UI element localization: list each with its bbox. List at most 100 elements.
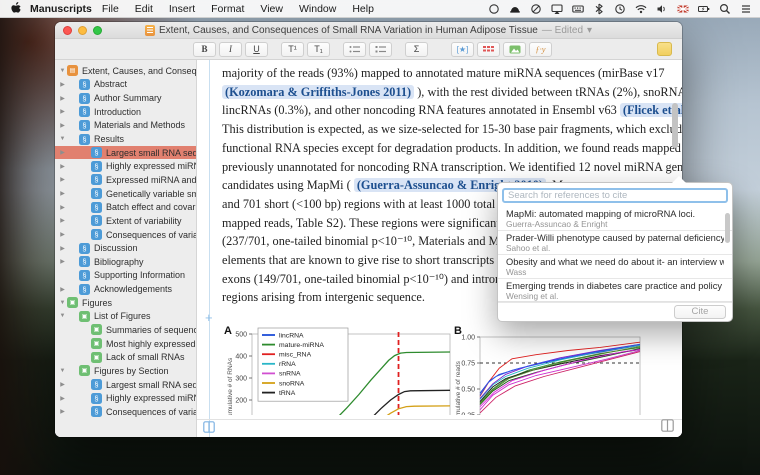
sidebar-item[interactable]: ▶ § Largest small RNA sequencing... bbox=[55, 378, 196, 392]
citation-result[interactable]: Obesity and what we need do about it- an… bbox=[498, 255, 732, 279]
minimize-button[interactable] bbox=[78, 26, 87, 35]
insert-equation-button[interactable]: ƒ·y bbox=[529, 41, 552, 57]
sidebar-item[interactable]: ▶ § Materials and Methods bbox=[55, 119, 196, 133]
disclosure-closed-icon[interactable]: ▶ bbox=[58, 122, 67, 129]
sidebar-item[interactable]: ▶ § Abstract bbox=[55, 78, 196, 92]
volume-icon[interactable] bbox=[656, 3, 668, 15]
sidebar-item[interactable]: ▣ Most highly expressed and mo... bbox=[55, 337, 196, 351]
citation-result[interactable]: Emerging trends in diabetes care practic… bbox=[498, 279, 732, 303]
disclosure-closed-icon[interactable]: ▶ bbox=[58, 190, 67, 197]
sidebar-item[interactable]: ▶ § Bibliography bbox=[55, 255, 196, 269]
disclosure-open-icon[interactable]: ▼ bbox=[58, 136, 67, 142]
disclosure-closed-icon[interactable]: ▶ bbox=[58, 163, 67, 170]
menu-item-edit[interactable]: Edit bbox=[135, 3, 153, 15]
citation-search-input[interactable] bbox=[502, 188, 728, 203]
disclosure-open-icon[interactable]: ▼ bbox=[58, 313, 67, 319]
airplay-icon[interactable] bbox=[551, 3, 563, 15]
do-not-disturb-icon[interactable] bbox=[530, 3, 542, 15]
citation-chip[interactable]: (Kozomara & Griffiths-Jones 2011) bbox=[222, 84, 415, 99]
superscript-button[interactable]: T¹ bbox=[281, 41, 304, 57]
editor-line[interactable]: previously unannotated for noncoding RNA… bbox=[222, 158, 682, 177]
menu-item-file[interactable]: File bbox=[102, 3, 119, 15]
page-view-toggle-left-icon[interactable] bbox=[203, 421, 215, 433]
disclosure-closed-icon[interactable]: ▶ bbox=[58, 108, 67, 115]
sidebar-item[interactable]: ▼ ▣ List of Figures bbox=[55, 310, 196, 324]
menu-item-help[interactable]: Help bbox=[352, 3, 374, 15]
cite-button[interactable]: Cite bbox=[674, 304, 726, 319]
disclosure-closed-icon[interactable]: ▶ bbox=[58, 408, 67, 415]
battery-icon[interactable] bbox=[698, 3, 710, 15]
disclosure-closed-icon[interactable]: ▶ bbox=[58, 95, 67, 102]
sidebar-item[interactable]: ▶ § Extent of variability bbox=[55, 214, 196, 228]
editor-line[interactable]: majority of the reads (93%) mapped to an… bbox=[222, 64, 682, 83]
sidebar-item[interactable]: ▶ § Consequences of variability bbox=[55, 228, 196, 242]
disclosure-closed-icon[interactable]: ▶ bbox=[58, 245, 67, 252]
editor-line[interactable]: This distribution is expected, as we siz… bbox=[222, 120, 682, 139]
italic-button[interactable]: I bbox=[219, 41, 242, 57]
disclosure-closed-icon[interactable]: ▶ bbox=[58, 381, 67, 388]
title-chevron-icon[interactable]: ▾ bbox=[587, 25, 592, 36]
insert-block-button[interactable]: + bbox=[205, 310, 213, 325]
disclosure-closed-icon[interactable]: ▶ bbox=[58, 217, 67, 224]
numbered-list-button[interactable] bbox=[369, 41, 392, 57]
title-bar[interactable]: Extent, Causes, and Consequences of Smal… bbox=[55, 22, 682, 39]
disclosure-closed-icon[interactable]: ▶ bbox=[58, 81, 67, 88]
sidebar-item[interactable]: ▶ § Acknowledgements bbox=[55, 282, 196, 296]
editor-line[interactable]: lincRNAs (0.3%), and other noncoding RNA… bbox=[222, 101, 682, 120]
circle-icon[interactable] bbox=[488, 3, 500, 15]
editor-line[interactable]: (Kozomara & Griffiths-Jones 2011) ), wit… bbox=[222, 83, 682, 102]
document-proxy-icon[interactable] bbox=[144, 24, 155, 36]
sidebar-item[interactable]: ▶ § Consequences of variability bbox=[55, 405, 196, 419]
menu-item-insert[interactable]: Insert bbox=[169, 3, 195, 15]
keyboard-icon[interactable] bbox=[572, 3, 584, 15]
editor-line[interactable]: functional RNA species except for degrad… bbox=[222, 139, 682, 158]
disclosure-closed-icon[interactable]: ▶ bbox=[58, 395, 67, 402]
insert-citation-button[interactable]: [★] bbox=[451, 41, 474, 57]
input-source-flag-icon[interactable] bbox=[677, 3, 689, 15]
bluetooth-icon[interactable] bbox=[593, 3, 605, 15]
apple-menu-icon[interactable] bbox=[8, 2, 24, 15]
menu-item-format[interactable]: Format bbox=[211, 3, 244, 15]
close-button[interactable] bbox=[63, 26, 72, 35]
sidebar-item[interactable]: ▶ § Expressed miRNA and snoRNA... bbox=[55, 173, 196, 187]
disclosure-closed-icon[interactable]: ▶ bbox=[58, 231, 67, 238]
time-machine-icon[interactable] bbox=[614, 3, 626, 15]
sidebar-item[interactable]: ▶ § Largest small RNA sequencing... bbox=[55, 145, 196, 160]
disclosure-open-icon[interactable]: ▼ bbox=[58, 68, 67, 74]
sidebar-item[interactable]: ▶ § Highly expressed miRNAs are i... bbox=[55, 391, 196, 405]
app-menu-title[interactable]: Manuscripts bbox=[30, 3, 92, 15]
editor-scrollbar[interactable] bbox=[672, 103, 678, 148]
disclosure-open-icon[interactable]: ▼ bbox=[58, 368, 67, 374]
disclosure-closed-icon[interactable]: ▶ bbox=[58, 176, 67, 183]
sidebar-item[interactable]: ▼ ▣ Figures bbox=[55, 296, 196, 310]
bold-button[interactable]: B bbox=[193, 41, 216, 57]
sidebar-item[interactable]: ▣ Lack of small RNAs bbox=[55, 350, 196, 364]
bullet-list-button[interactable] bbox=[343, 41, 366, 57]
subscript-button[interactable]: T₁ bbox=[307, 41, 330, 57]
menu-item-view[interactable]: View bbox=[260, 3, 283, 15]
page-view-toggle-right-icon[interactable] bbox=[661, 419, 674, 432]
citation-result[interactable]: MapMi: automated mapping of microRNA loc… bbox=[498, 207, 732, 231]
sidebar-item[interactable]: ▶ § Introduction bbox=[55, 105, 196, 119]
spotlight-icon[interactable] bbox=[719, 3, 731, 15]
menu-item-window[interactable]: Window bbox=[299, 3, 336, 15]
wifi-icon[interactable] bbox=[635, 3, 647, 15]
sidebar-item[interactable]: ▣ Summaries of sequenced small... bbox=[55, 323, 196, 337]
disclosure-closed-icon[interactable]: ▶ bbox=[58, 286, 67, 293]
disclosure-closed-icon[interactable]: ▶ bbox=[58, 149, 67, 156]
sidebar-item[interactable]: ▶ § Author Summary bbox=[55, 91, 196, 105]
zoom-button[interactable] bbox=[93, 26, 102, 35]
comment-note-button[interactable] bbox=[657, 42, 672, 56]
insert-table-button[interactable] bbox=[477, 41, 500, 57]
underline-button[interactable]: U bbox=[245, 41, 268, 57]
sidebar-item[interactable]: ▼ ▣ Figures by Section bbox=[55, 364, 196, 378]
disclosure-closed-icon[interactable]: ▶ bbox=[58, 204, 67, 211]
notification-center-icon[interactable] bbox=[740, 3, 752, 15]
citation-result[interactable]: Prader-Willi phenotype caused by paterna… bbox=[498, 231, 732, 255]
sidebar-item[interactable]: ▶ § Genetically variable small RNAs... bbox=[55, 187, 196, 201]
disclosure-closed-icon[interactable]: ▶ bbox=[58, 258, 67, 265]
equation-sigma-button[interactable]: Σ bbox=[405, 41, 428, 57]
sidebar-item[interactable]: ▶ § Highly expressed miRNAs are i... bbox=[55, 159, 196, 173]
hat-icon[interactable] bbox=[509, 3, 521, 15]
sidebar-item[interactable]: ▼▤ Extent, Causes, and Consequ... bbox=[55, 64, 196, 78]
